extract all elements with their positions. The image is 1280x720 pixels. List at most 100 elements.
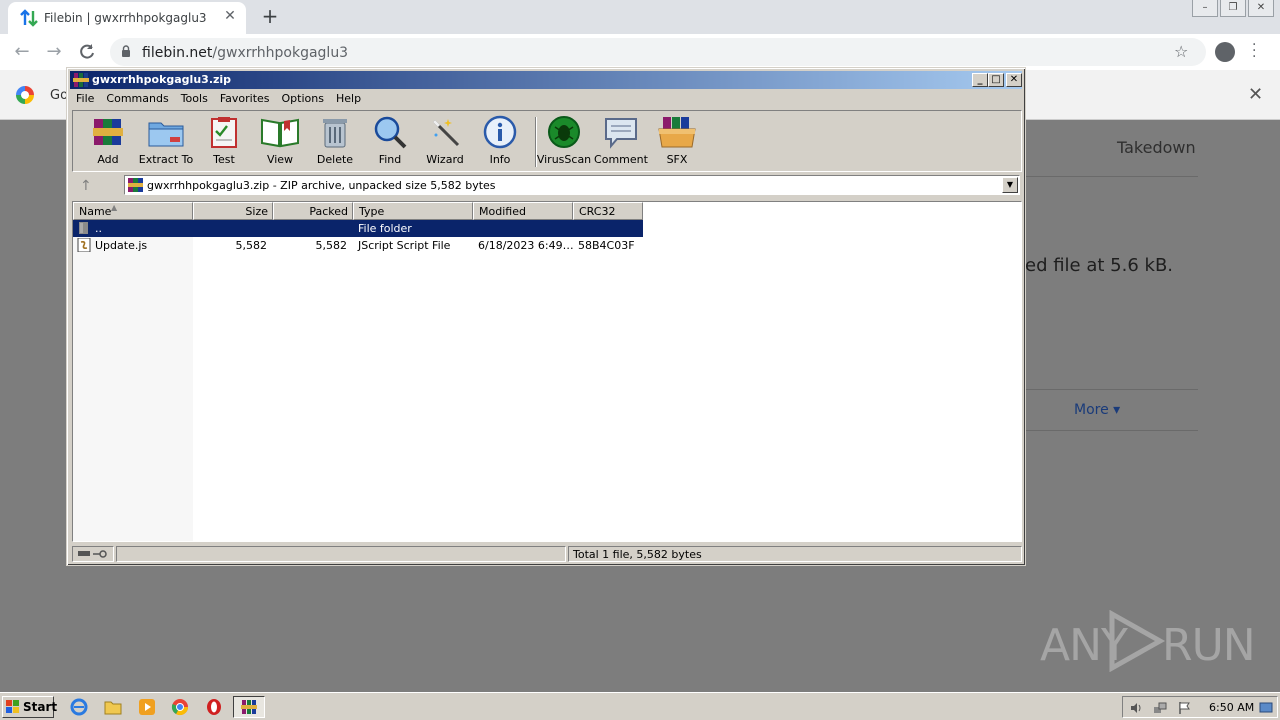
- test-label: Test: [213, 153, 235, 166]
- start-button[interactable]: Start: [2, 696, 57, 718]
- browser-tab[interactable]: Filebin | gwxrrhhpokgaglu3 ✕: [8, 2, 246, 34]
- extract-folder-icon: [148, 122, 184, 147]
- row-name: Update.js: [95, 239, 148, 252]
- row-type: JScript Script File: [358, 239, 451, 252]
- col-size[interactable]: Size: [193, 202, 273, 220]
- add-button[interactable]: Add: [80, 115, 136, 169]
- takedown-link[interactable]: Takedown: [1117, 138, 1196, 157]
- row-name: ..: [95, 222, 102, 235]
- delete-button[interactable]: Delete: [307, 115, 363, 169]
- menu-commands[interactable]: Commands: [100, 90, 174, 105]
- col-crc32[interactable]: CRC32: [573, 202, 643, 220]
- winrar-menubar: File Commands Tools Favorites Options Help: [70, 90, 1022, 108]
- row-packed: 5,582: [315, 239, 348, 252]
- network-icon[interactable]: [1153, 701, 1167, 715]
- find-button[interactable]: Find: [362, 115, 418, 169]
- winrar-close-button[interactable]: ✕: [1006, 73, 1022, 87]
- clock[interactable]: 6:50 AM: [1209, 701, 1254, 714]
- opera-icon[interactable]: [205, 698, 223, 716]
- menu-favorites[interactable]: Favorites: [214, 90, 276, 105]
- winrar-minimize-button[interactable]: _: [972, 73, 988, 87]
- menu-file[interactable]: File: [70, 90, 100, 105]
- col-type[interactable]: Type: [353, 202, 473, 220]
- name-column-bg: [73, 220, 193, 541]
- dropdown-arrow-icon[interactable]: ▼: [1002, 177, 1018, 193]
- forward-icon[interactable]: →: [44, 42, 64, 62]
- virusscan-button[interactable]: VirusScan: [536, 115, 592, 169]
- action-center-flag-icon[interactable]: [1177, 701, 1191, 715]
- reload-icon[interactable]: [77, 42, 97, 62]
- system-tray: 6:50 AM: [1122, 696, 1278, 718]
- wizard-label: Wizard: [426, 153, 464, 166]
- winrar-taskbar-icon: [241, 700, 257, 714]
- info-button[interactable]: Info: [472, 115, 528, 169]
- menu-help[interactable]: Help: [330, 90, 367, 105]
- winrar-maximize-button[interactable]: □: [988, 73, 1004, 87]
- row-type: File folder: [358, 222, 412, 235]
- volume-icon[interactable]: [1129, 701, 1143, 715]
- view-book-icon: [261, 118, 299, 148]
- show-desktop-icon[interactable]: [1259, 701, 1273, 715]
- virusscan-bug-icon: [548, 116, 580, 148]
- profile-avatar-icon[interactable]: [1215, 42, 1235, 62]
- extract-to-button[interactable]: Extract To: [138, 115, 194, 169]
- chrome-icon[interactable]: [171, 698, 189, 716]
- wizard-button[interactable]: Wizard: [417, 115, 473, 169]
- winrar-titlebar[interactable]: gwxrrhhpokgaglu3.zip _ □ ✕: [70, 71, 1022, 89]
- row-size: 5,582: [235, 239, 268, 252]
- winrar-statusbar: Total 1 file, 5,582 bytes: [72, 545, 1022, 563]
- up-arrow-icon[interactable]: ↑: [80, 178, 92, 194]
- windows-flag-icon: [6, 700, 19, 713]
- window-controls: – ❐ ✕: [1190, 0, 1274, 18]
- col-modified[interactable]: Modified: [473, 202, 573, 220]
- internet-explorer-icon[interactable]: [70, 698, 88, 716]
- play-logo-icon: [1109, 610, 1166, 672]
- bookmark-star-icon[interactable]: ☆: [1174, 42, 1188, 61]
- delete-label: Delete: [316, 153, 354, 166]
- sfx-button[interactable]: SFX: [649, 115, 705, 169]
- menu-tools[interactable]: Tools: [175, 90, 214, 105]
- find-magnifier-icon: [374, 116, 407, 149]
- explorer-folder-icon[interactable]: [104, 698, 122, 716]
- menu-dots-icon[interactable]: · · ·: [1252, 38, 1258, 64]
- table-row[interactable]: .. File folder: [73, 220, 643, 237]
- status-empty-pane: [116, 546, 566, 562]
- comment-button[interactable]: Comment: [593, 115, 649, 169]
- new-tab-button[interactable]: +: [258, 5, 282, 29]
- info-label: Info: [489, 153, 511, 166]
- file-list-header: Name ▲ Size Packed Type Modified CRC32: [73, 202, 1021, 220]
- menu-options[interactable]: Options: [276, 90, 330, 105]
- winrar-title: gwxrrhhpokgaglu3.zip: [92, 73, 232, 86]
- drive-key-icon: [78, 550, 107, 558]
- col-name[interactable]: Name: [73, 202, 193, 220]
- view-button[interactable]: View: [252, 115, 308, 169]
- table-row[interactable]: Update.js 5,582 5,582 JScript Script Fil…: [73, 237, 643, 254]
- back-icon[interactable]: ←: [12, 42, 32, 62]
- chrome-logo-center: [21, 91, 29, 99]
- archive-icon: [128, 178, 143, 192]
- winrar-address-bar: ↑ gwxrrhhpokgaglu3.zip - ZIP archive, un…: [72, 174, 1022, 198]
- infobar-close-icon[interactable]: ✕: [1248, 84, 1263, 105]
- sfx-label: SFX: [666, 153, 688, 166]
- view-label: View: [266, 153, 294, 166]
- comment-bubble-icon: [605, 118, 637, 149]
- file-list[interactable]: Name ▲ Size Packed Type Modified CRC32 .…: [72, 201, 1022, 542]
- url-text: filebin.net/gwxrrhhpokgaglu3: [142, 45, 348, 61]
- winrar-app-icon: [73, 73, 89, 87]
- url-domain: filebin.net: [142, 45, 213, 61]
- close-button[interactable]: ✕: [1248, 0, 1274, 17]
- minimize-button[interactable]: –: [1192, 0, 1218, 17]
- extract-to-label: Extract To: [138, 153, 194, 166]
- lock-icon: [122, 45, 130, 57]
- archive-path-text: gwxrrhhpokgaglu3.zip - ZIP archive, unpa…: [147, 179, 496, 192]
- path-combobox[interactable]: gwxrrhhpokgaglu3.zip - ZIP archive, unpa…: [124, 175, 1020, 195]
- tab-close-icon[interactable]: ✕: [222, 8, 238, 24]
- address-bar[interactable]: filebin.net/gwxrrhhpokgaglu3: [110, 38, 1206, 66]
- tab-strip: Filebin | gwxrrhhpokgaglu3 ✕ + – ❐ ✕: [0, 0, 1280, 34]
- restore-button[interactable]: ❐: [1220, 0, 1246, 17]
- col-packed[interactable]: Packed: [273, 202, 353, 220]
- test-button[interactable]: Test: [196, 115, 252, 169]
- taskbar-winrar-button[interactable]: [233, 696, 265, 718]
- more-dropdown[interactable]: More ▾: [1074, 402, 1120, 418]
- media-player-icon[interactable]: [138, 698, 156, 716]
